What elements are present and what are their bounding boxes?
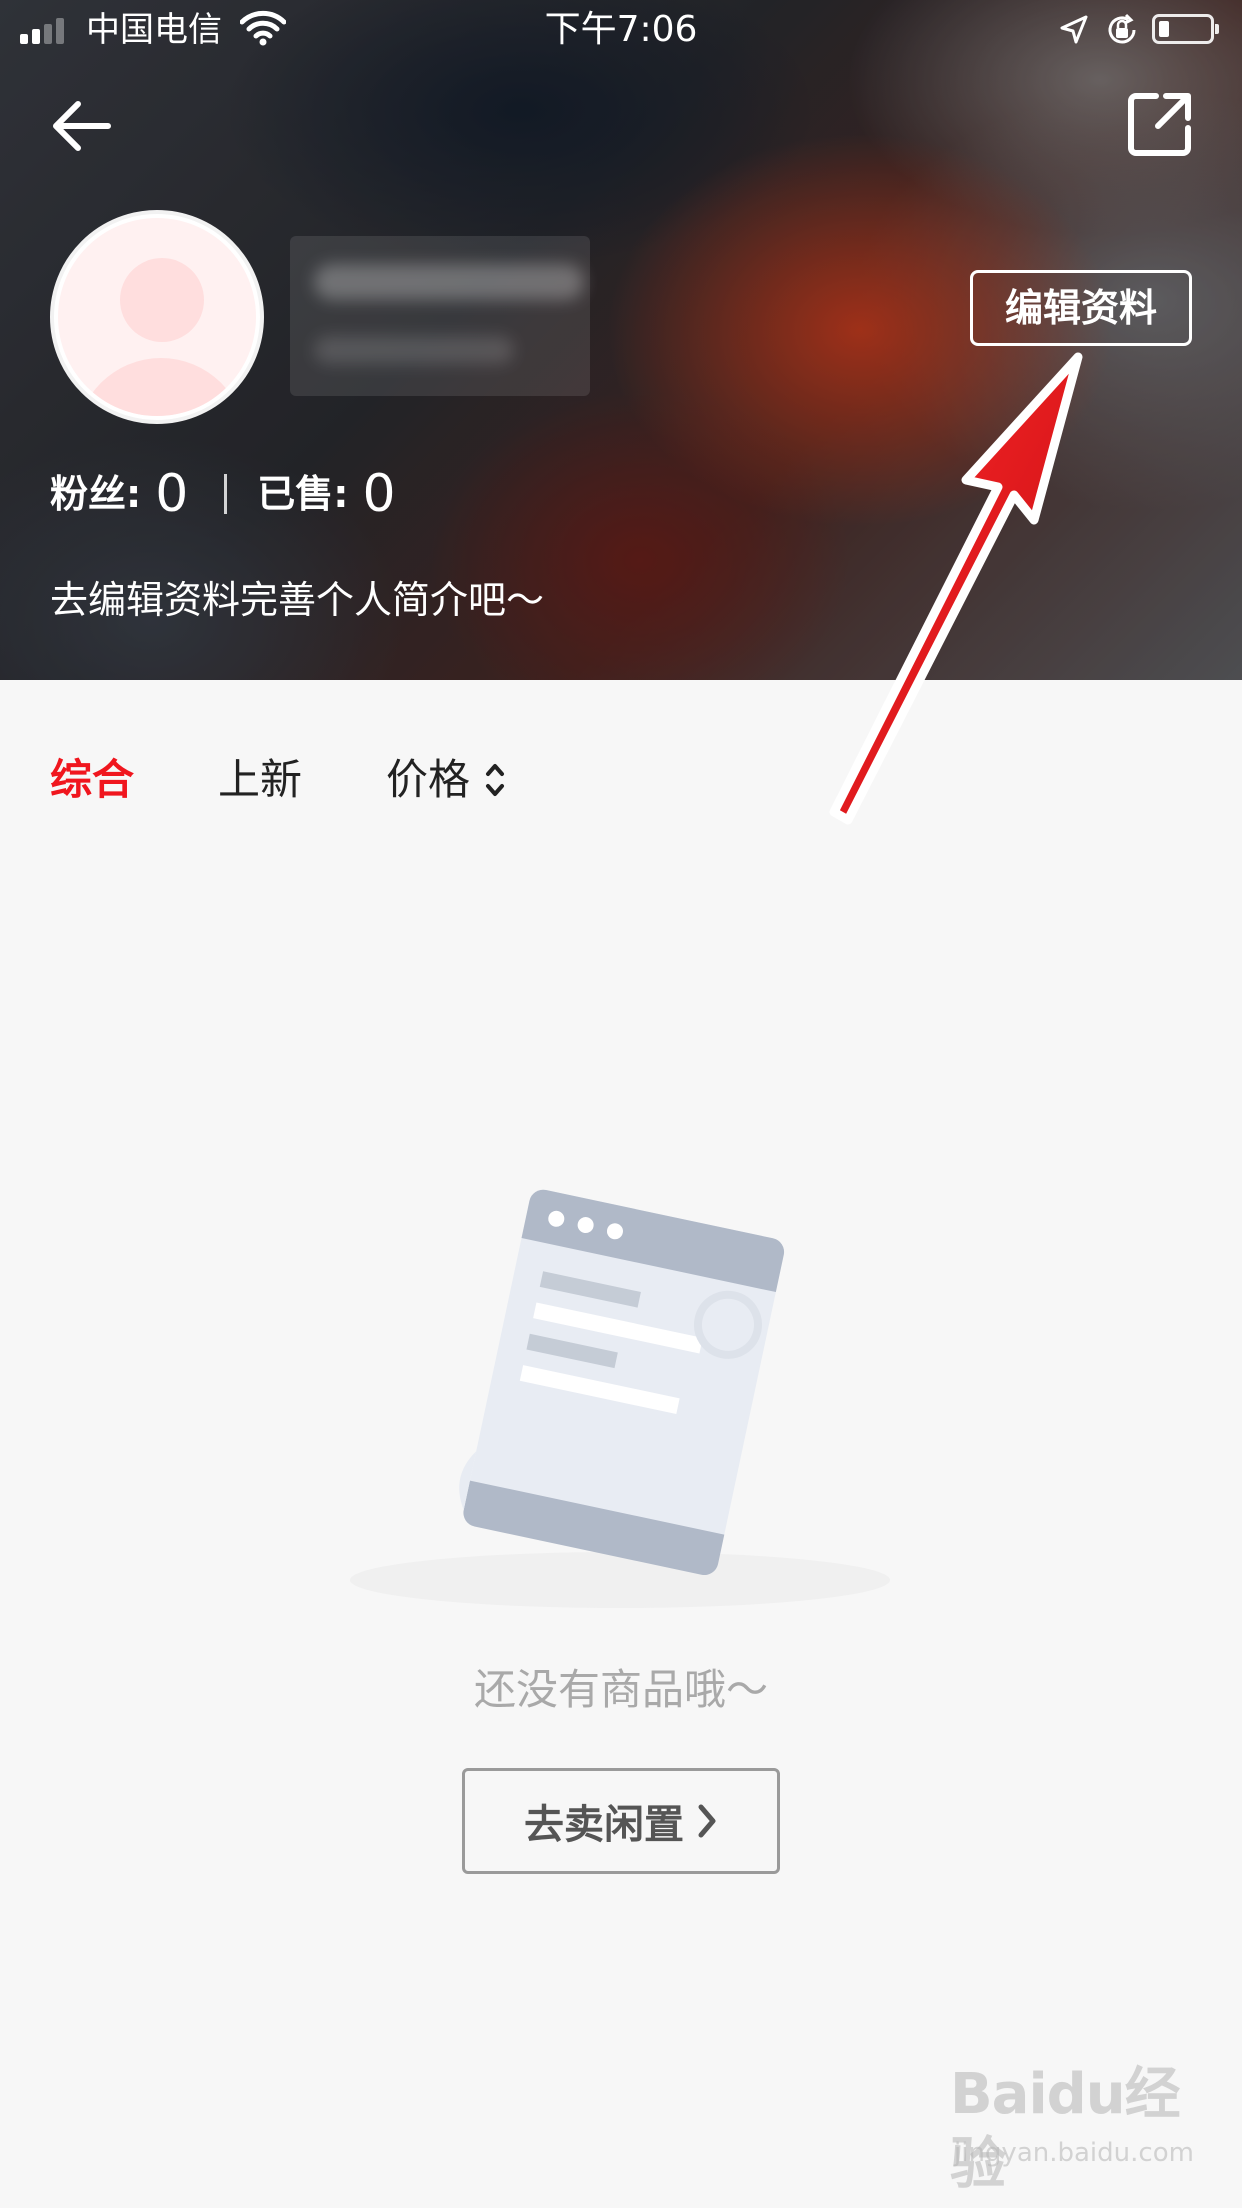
profile-header: 中国电信 下午7:06 编辑资料 粉丝: 0 已售: 0 去编辑资料完善个人简介… (0, 0, 1242, 680)
sold-label: 已售: (257, 472, 349, 516)
followers-count: 0 (155, 464, 189, 524)
profile-bio[interactable]: 去编辑资料完善个人简介吧～ (50, 572, 544, 628)
sold-count: 0 (362, 464, 396, 524)
location-icon (1060, 15, 1088, 44)
sell-button-label: 去卖闲置 (524, 1802, 684, 1848)
arrow-left-icon[interactable] (46, 96, 116, 156)
username-blurred (290, 236, 590, 396)
sell-item-button[interactable]: 去卖闲置 (462, 1768, 780, 1874)
tab-newest[interactable]: 上新 (218, 748, 302, 812)
chevron-right-icon (698, 1804, 716, 1838)
edit-profile-button[interactable]: 编辑资料 (970, 270, 1192, 346)
tab-label: 价格 (386, 755, 471, 804)
empty-message: 还没有商品哦～ (473, 1665, 768, 1714)
watermark-url: jingyan.baidu.com (954, 2138, 1194, 2168)
profile-stats: 粉丝: 0 已售: 0 (50, 462, 396, 526)
avatar[interactable] (50, 210, 264, 424)
status-time: 下午7:06 (544, 9, 698, 50)
status-bar: 中国电信 下午7:06 (0, 0, 1242, 60)
stats-divider (224, 474, 228, 514)
rotation-lock-icon (1108, 13, 1136, 44)
tab-label: 综合 (50, 755, 135, 804)
baidu-watermark: Baidu经验 jingyan.baidu.com (950, 2060, 1230, 2197)
tab-comprehensive[interactable]: 综合 (50, 748, 134, 812)
document-icon (350, 1189, 890, 1608)
followers-label: 粉丝: (50, 472, 142, 516)
tab-price[interactable]: 价格 (386, 748, 506, 812)
battery-icon (1152, 14, 1219, 44)
tab-label: 上新 (218, 755, 303, 804)
external-share-icon[interactable] (1126, 90, 1194, 158)
sort-tabs: 综合 上新 价格 (50, 748, 506, 812)
watermark-logo: Baidu经验 (950, 2062, 1181, 2197)
sort-updown-icon (486, 764, 505, 796)
